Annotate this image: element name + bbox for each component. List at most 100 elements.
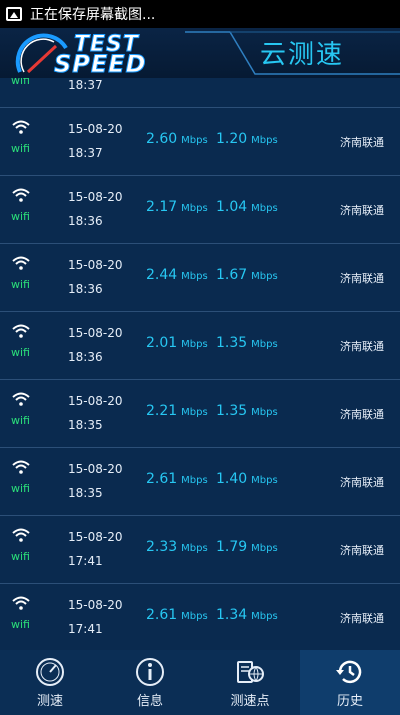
download-speed: 2.17 Mbps bbox=[146, 199, 208, 215]
test-date: 15-08-20 bbox=[68, 190, 123, 204]
tab-test-points[interactable]: 测速点 bbox=[200, 650, 300, 715]
download-speed: 2.44 Mbps bbox=[146, 267, 208, 283]
unit-label: Mbps bbox=[251, 475, 278, 486]
tab-label: 测速点 bbox=[230, 694, 270, 709]
test-time: 17:41 bbox=[68, 554, 103, 568]
network-type: wifi bbox=[11, 414, 30, 427]
test-time: 18:37 bbox=[68, 146, 103, 160]
upload-value: 1.34 bbox=[216, 607, 248, 623]
unit-label: Mbps bbox=[251, 339, 278, 350]
download-speed: 2.61 Mbps bbox=[146, 607, 208, 623]
download-speed: 2.21 Mbps bbox=[146, 403, 208, 419]
unit-label: Mbps bbox=[181, 475, 208, 486]
test-time: 17:41 bbox=[68, 622, 103, 636]
network-type: wifi bbox=[11, 278, 30, 291]
unit-label: Mbps bbox=[251, 543, 278, 554]
download-value: 2.21 bbox=[146, 403, 178, 419]
unit-label: Mbps bbox=[251, 611, 278, 622]
test-time: 18:37 bbox=[68, 78, 103, 92]
speedometer-icon bbox=[36, 658, 64, 686]
server-globe-icon bbox=[237, 661, 264, 683]
list-item[interactable]: wifi 15-08-20 18:36 2.44 Mbps 1.67 Mbps 济南联通 bbox=[0, 244, 400, 312]
upload-speed: 1.79 Mbps bbox=[216, 539, 278, 555]
history-list[interactable]: wifi 18:37 wifi 15-08-20 18:37 2.60 Mbps 1.20… bbox=[0, 78, 400, 650]
download-value: 2.61 bbox=[146, 471, 178, 487]
app-header: TEST SPEED 云测速 bbox=[0, 28, 400, 78]
status-bar: 正在保存屏幕截图... bbox=[0, 0, 400, 28]
network-type: wifi bbox=[11, 78, 30, 87]
isp-name: 济南联通 bbox=[340, 612, 384, 625]
download-speed: 2.61 Mbps bbox=[146, 471, 208, 487]
wifi-icon bbox=[12, 392, 30, 406]
upload-speed: 1.67 Mbps bbox=[216, 267, 278, 283]
list-item[interactable]: wifi 15-08-20 18:37 2.60 Mbps 1.20 Mbps 济南联通 bbox=[0, 108, 400, 176]
list-item[interactable]: wifi 15-08-20 17:41 2.61 Mbps 1.34 Mbps 济南联通 bbox=[0, 584, 400, 650]
tab-label: 信息 bbox=[136, 694, 163, 709]
wifi-icon bbox=[12, 324, 30, 338]
wifi-icon bbox=[12, 596, 30, 610]
download-speed: 2.33 Mbps bbox=[146, 539, 208, 555]
wifi-icon bbox=[12, 120, 30, 134]
download-value: 2.17 bbox=[146, 199, 178, 215]
page-title: 云测速 bbox=[260, 40, 345, 70]
unit-label: Mbps bbox=[251, 203, 278, 214]
wifi-icon bbox=[12, 188, 30, 202]
wifi-icon bbox=[12, 460, 30, 474]
isp-name: 济南联通 bbox=[340, 340, 384, 353]
logo-speed-text: SPEED bbox=[54, 50, 147, 79]
list-item[interactable]: wifi 15-08-20 18:36 2.17 Mbps 1.04 Mbps 济南联通 bbox=[0, 176, 400, 244]
isp-name: 济南联通 bbox=[340, 544, 384, 557]
tab-info[interactable]: 信息 bbox=[100, 650, 200, 715]
upload-value: 1.79 bbox=[216, 539, 248, 555]
test-time: 18:35 bbox=[68, 486, 103, 500]
unit-label: Mbps bbox=[181, 203, 208, 214]
unit-label: Mbps bbox=[181, 611, 208, 622]
isp-name: 济南联通 bbox=[340, 204, 384, 217]
unit-label: Mbps bbox=[181, 543, 208, 554]
isp-name: 济南联通 bbox=[340, 136, 384, 149]
wifi-icon bbox=[12, 256, 30, 270]
unit-label: Mbps bbox=[181, 135, 208, 146]
test-time: 18:36 bbox=[68, 282, 103, 296]
test-time: 18:35 bbox=[68, 418, 103, 432]
unit-label: Mbps bbox=[251, 135, 278, 146]
test-date: 15-08-20 bbox=[68, 462, 123, 476]
tab-history[interactable]: 历史 bbox=[300, 650, 400, 715]
upload-value: 1.04 bbox=[216, 199, 248, 215]
network-type: wifi bbox=[11, 618, 30, 631]
download-value: 2.61 bbox=[146, 607, 178, 623]
info-icon bbox=[136, 658, 164, 686]
test-date: 15-08-20 bbox=[68, 122, 123, 136]
bottom-tab-bar: 测速 信息 测速点 历史 bbox=[0, 650, 400, 715]
isp-name: 济南联通 bbox=[340, 476, 384, 489]
list-item[interactable]: wifi 15-08-20 17:41 2.33 Mbps 1.79 Mbps 济南联通 bbox=[0, 516, 400, 584]
download-speed: 2.60 Mbps bbox=[146, 131, 208, 147]
unit-label: Mbps bbox=[251, 407, 278, 418]
download-value: 2.60 bbox=[146, 131, 178, 147]
upload-speed: 1.20 Mbps bbox=[216, 131, 278, 147]
network-type: wifi bbox=[11, 346, 30, 359]
upload-value: 1.20 bbox=[216, 131, 248, 147]
upload-speed: 1.40 Mbps bbox=[216, 471, 278, 487]
test-time: 18:36 bbox=[68, 350, 103, 364]
unit-label: Mbps bbox=[181, 407, 208, 418]
upload-speed: 1.34 Mbps bbox=[216, 607, 278, 623]
list-item[interactable]: wifi 15-08-20 18:36 2.01 Mbps 1.35 Mbps 济南联通 bbox=[0, 312, 400, 380]
app-logo: TEST SPEED bbox=[14, 30, 164, 79]
upload-speed: 1.04 Mbps bbox=[216, 199, 278, 215]
tab-speed-test[interactable]: 测速 bbox=[0, 650, 100, 715]
list-item[interactable]: wifi 15-08-20 18:35 2.21 Mbps 1.35 Mbps 济南联通 bbox=[0, 380, 400, 448]
test-date: 15-08-20 bbox=[68, 530, 123, 544]
unit-label: Mbps bbox=[181, 339, 208, 350]
download-speed: 2.01 Mbps bbox=[146, 335, 208, 351]
upload-value: 1.40 bbox=[216, 471, 248, 487]
network-type: wifi bbox=[11, 482, 30, 495]
list-item-partial[interactable]: wifi 18:37 bbox=[0, 78, 400, 108]
history-icon bbox=[336, 660, 362, 684]
test-date: 15-08-20 bbox=[68, 394, 123, 408]
status-text: 正在保存屏幕截图... bbox=[30, 7, 156, 23]
wifi-icon bbox=[12, 528, 30, 542]
network-type: wifi bbox=[11, 142, 30, 155]
download-value: 2.01 bbox=[146, 335, 178, 351]
list-item[interactable]: wifi 15-08-20 18:35 2.61 Mbps 1.40 Mbps 济南联通 bbox=[0, 448, 400, 516]
